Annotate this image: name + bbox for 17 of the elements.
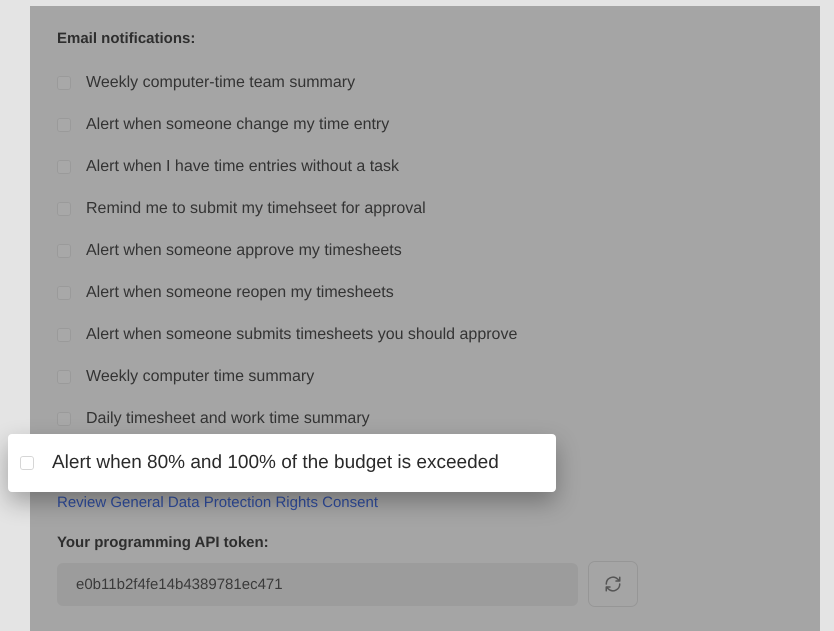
option-label: Alert when someone approve my timesheets <box>86 242 402 260</box>
option-label: Alert when someone submits timesheets you should approve <box>86 326 518 344</box>
option-label: Alert when I have time entries without a task <box>86 158 400 176</box>
checkbox[interactable] <box>20 456 34 470</box>
option-label: Alert when someone change my time entry <box>86 116 390 134</box>
option-label: Alert when 80% and 100% of the budget is exceeded <box>52 452 499 474</box>
section-title: Email notifications: <box>57 30 196 47</box>
consent-link[interactable]: Review General Data Protection Rights Consent <box>57 494 378 511</box>
refresh-button[interactable] <box>588 561 638 607</box>
option-label: Weekly computer time summary <box>86 368 314 386</box>
token-label: Your programming API token: <box>57 534 270 551</box>
token-field[interactable]: e0b11b2f4fe14b4389781ec471 <box>57 562 578 606</box>
option-label: Remind me to submit my timehseet for approval <box>86 200 426 218</box>
option-label: Alert when someone reopen my timesheets <box>86 284 394 302</box>
option-label: Daily timesheet and work time summary <box>86 410 370 428</box>
refresh-icon <box>604 575 622 593</box>
option-label: Weekly computer-time team summary <box>86 74 356 92</box>
